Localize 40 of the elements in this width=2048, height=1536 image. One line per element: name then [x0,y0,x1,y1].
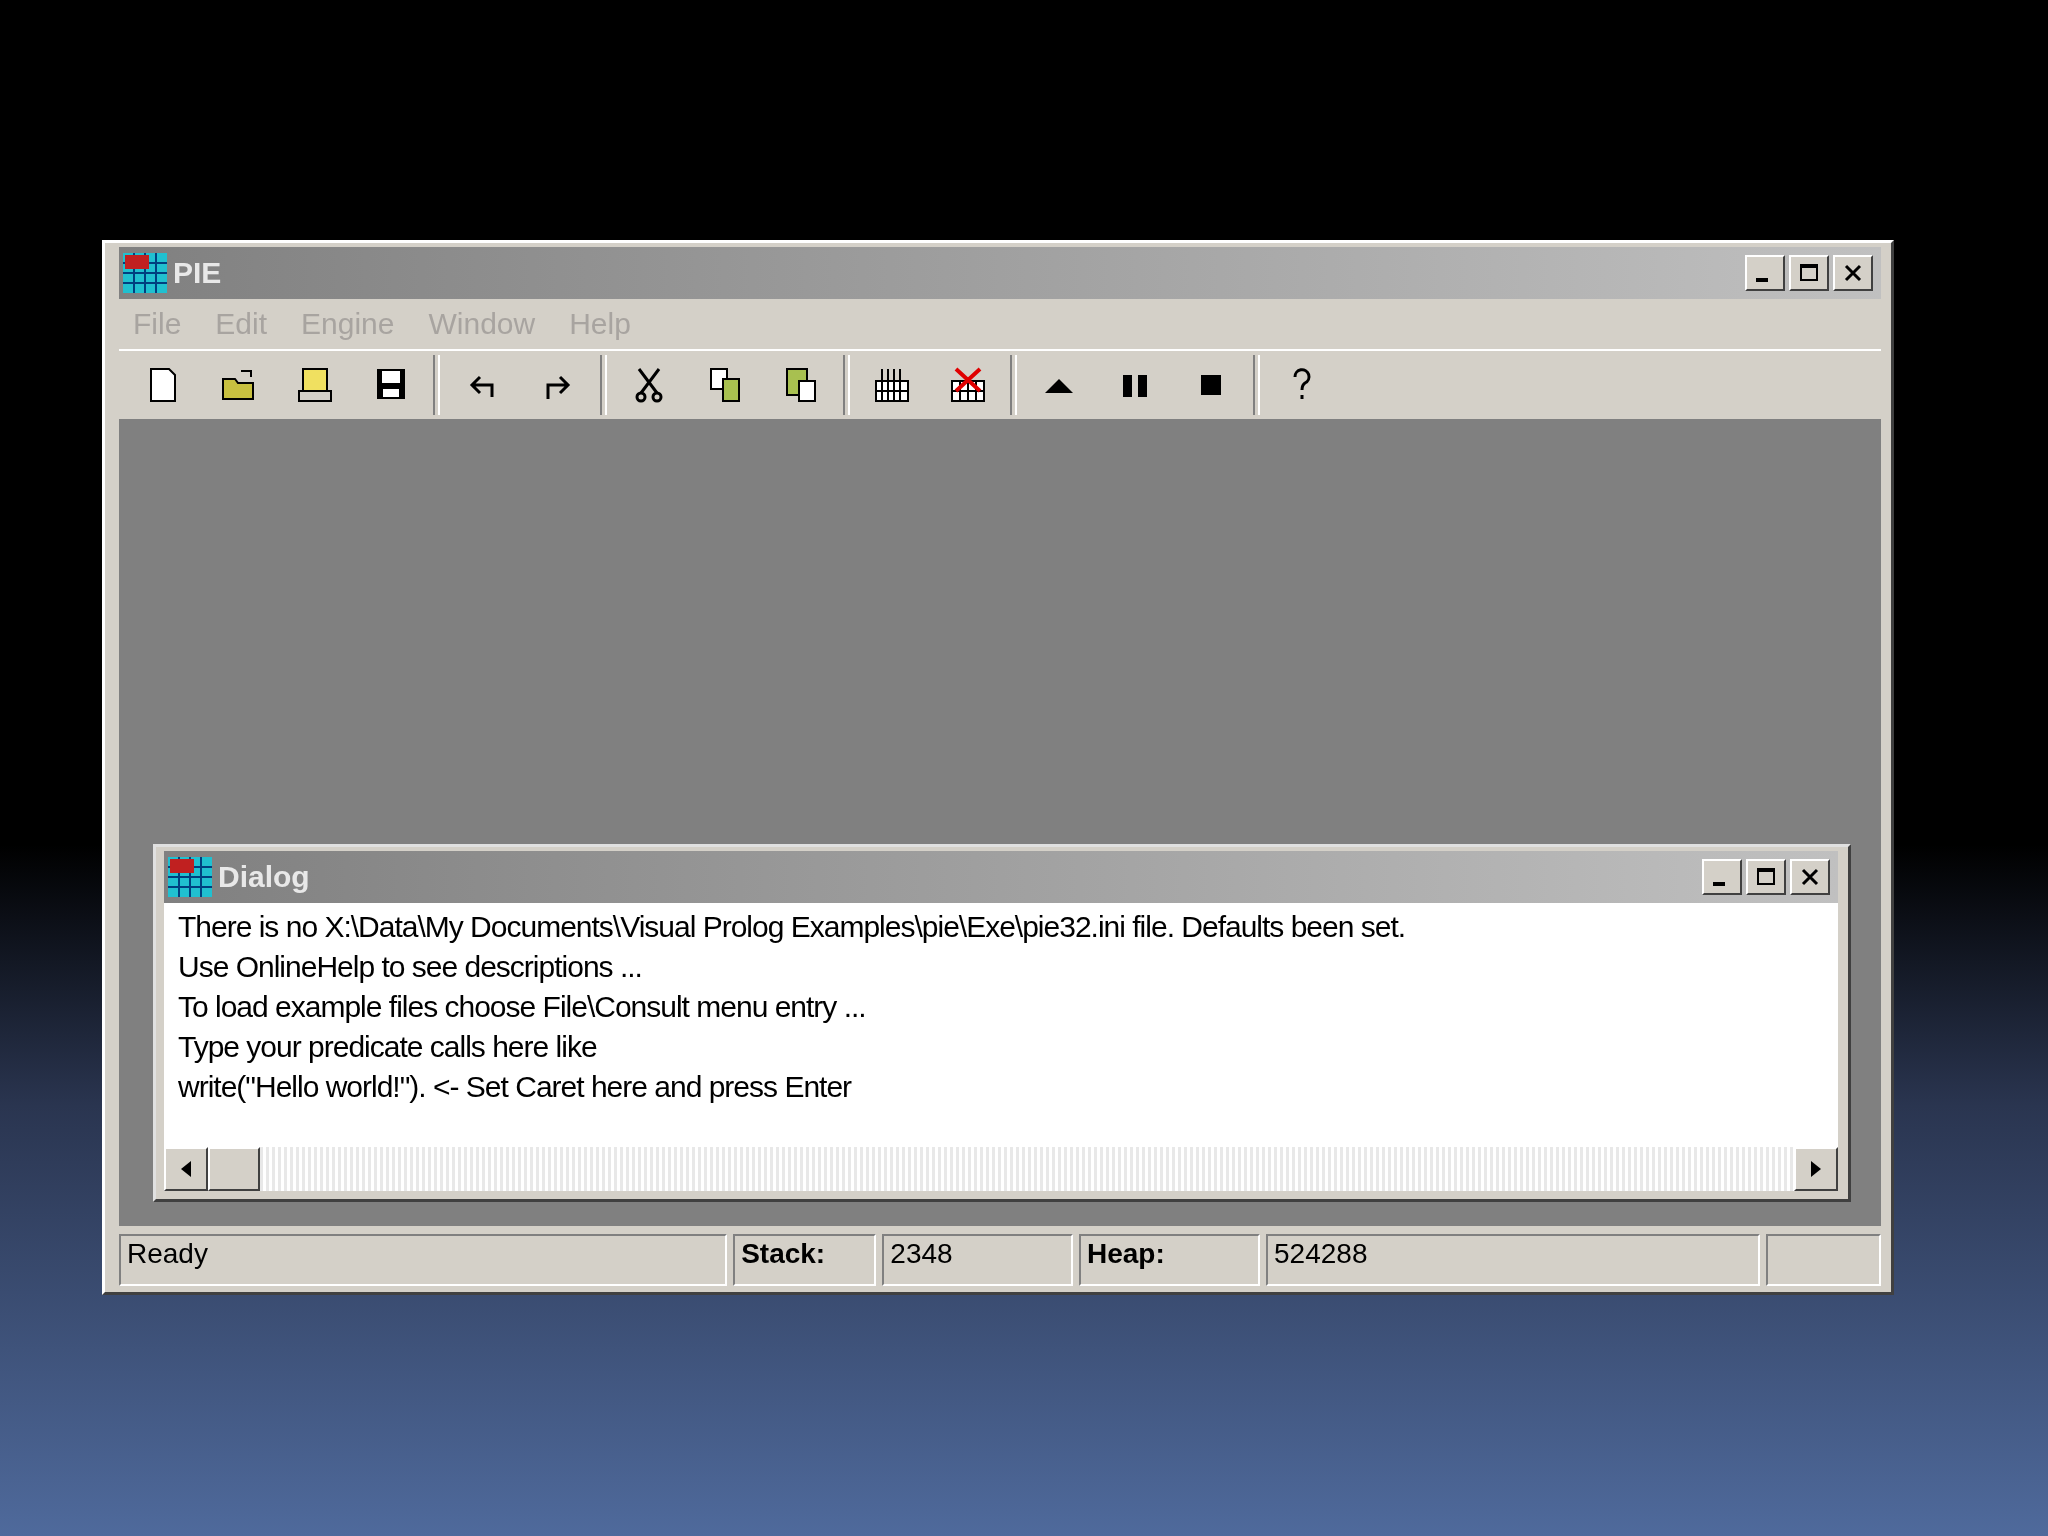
close-icon [1842,262,1864,284]
scroll-thumb[interactable] [208,1147,260,1191]
app-icon [168,857,212,897]
status-label: Stack: [733,1234,877,1286]
horizontal-scrollbar[interactable] [164,1147,1838,1191]
minimize-icon [1756,278,1768,282]
status-text: 524288 [1266,1234,1761,1286]
toolbar-divider [843,355,850,415]
text-line: There is no X:\Data\My Documents\Visual Prolog Examples\pie\Exe\pie32.ini file. Defaults been set. [178,909,1407,945]
status-label: Heap: [1078,1234,1261,1286]
toolbar-divider [1253,355,1260,415]
text-line: write("Hello world!"). <- Set Caret here and press Enter [178,1069,853,1105]
scroll-left-button[interactable] [164,1147,208,1191]
right-arrow-icon [1809,1160,1823,1178]
toolbar-divider [600,355,607,415]
maximize-icon [1755,866,1777,888]
minimize-button[interactable] [1745,255,1785,291]
close-button[interactable] [1790,859,1830,895]
dialog-title: Dialog [218,860,311,894]
maximize-button[interactable] [1746,859,1786,895]
app-icon [123,253,167,293]
toolbar-divider [1010,355,1017,415]
close-button[interactable] [1833,255,1873,291]
text-editor[interactable] [164,903,1838,1147]
window-title: PIE [173,256,223,290]
text-line: To load example files choose File\Consult menu entry ... [178,989,867,1025]
left-arrow-icon [179,1160,193,1178]
close-icon [1799,866,1821,888]
status-text: Ready [119,1234,728,1286]
delete-grid-icon [948,365,988,405]
minimize-button[interactable] [1702,859,1742,895]
scroll-right-button[interactable] [1794,1147,1838,1191]
notepad-icon [295,365,335,405]
text-line: Type your predicate calls here like [178,1029,598,1065]
toolbar-divider [433,355,440,415]
status-text: 2348 [882,1234,1073,1286]
minimize-icon [1713,882,1725,886]
maximize-button[interactable] [1789,255,1829,291]
maximize-icon [1798,262,1820,284]
text-line: Use OnlineHelp to see descriptions ... [178,949,643,985]
